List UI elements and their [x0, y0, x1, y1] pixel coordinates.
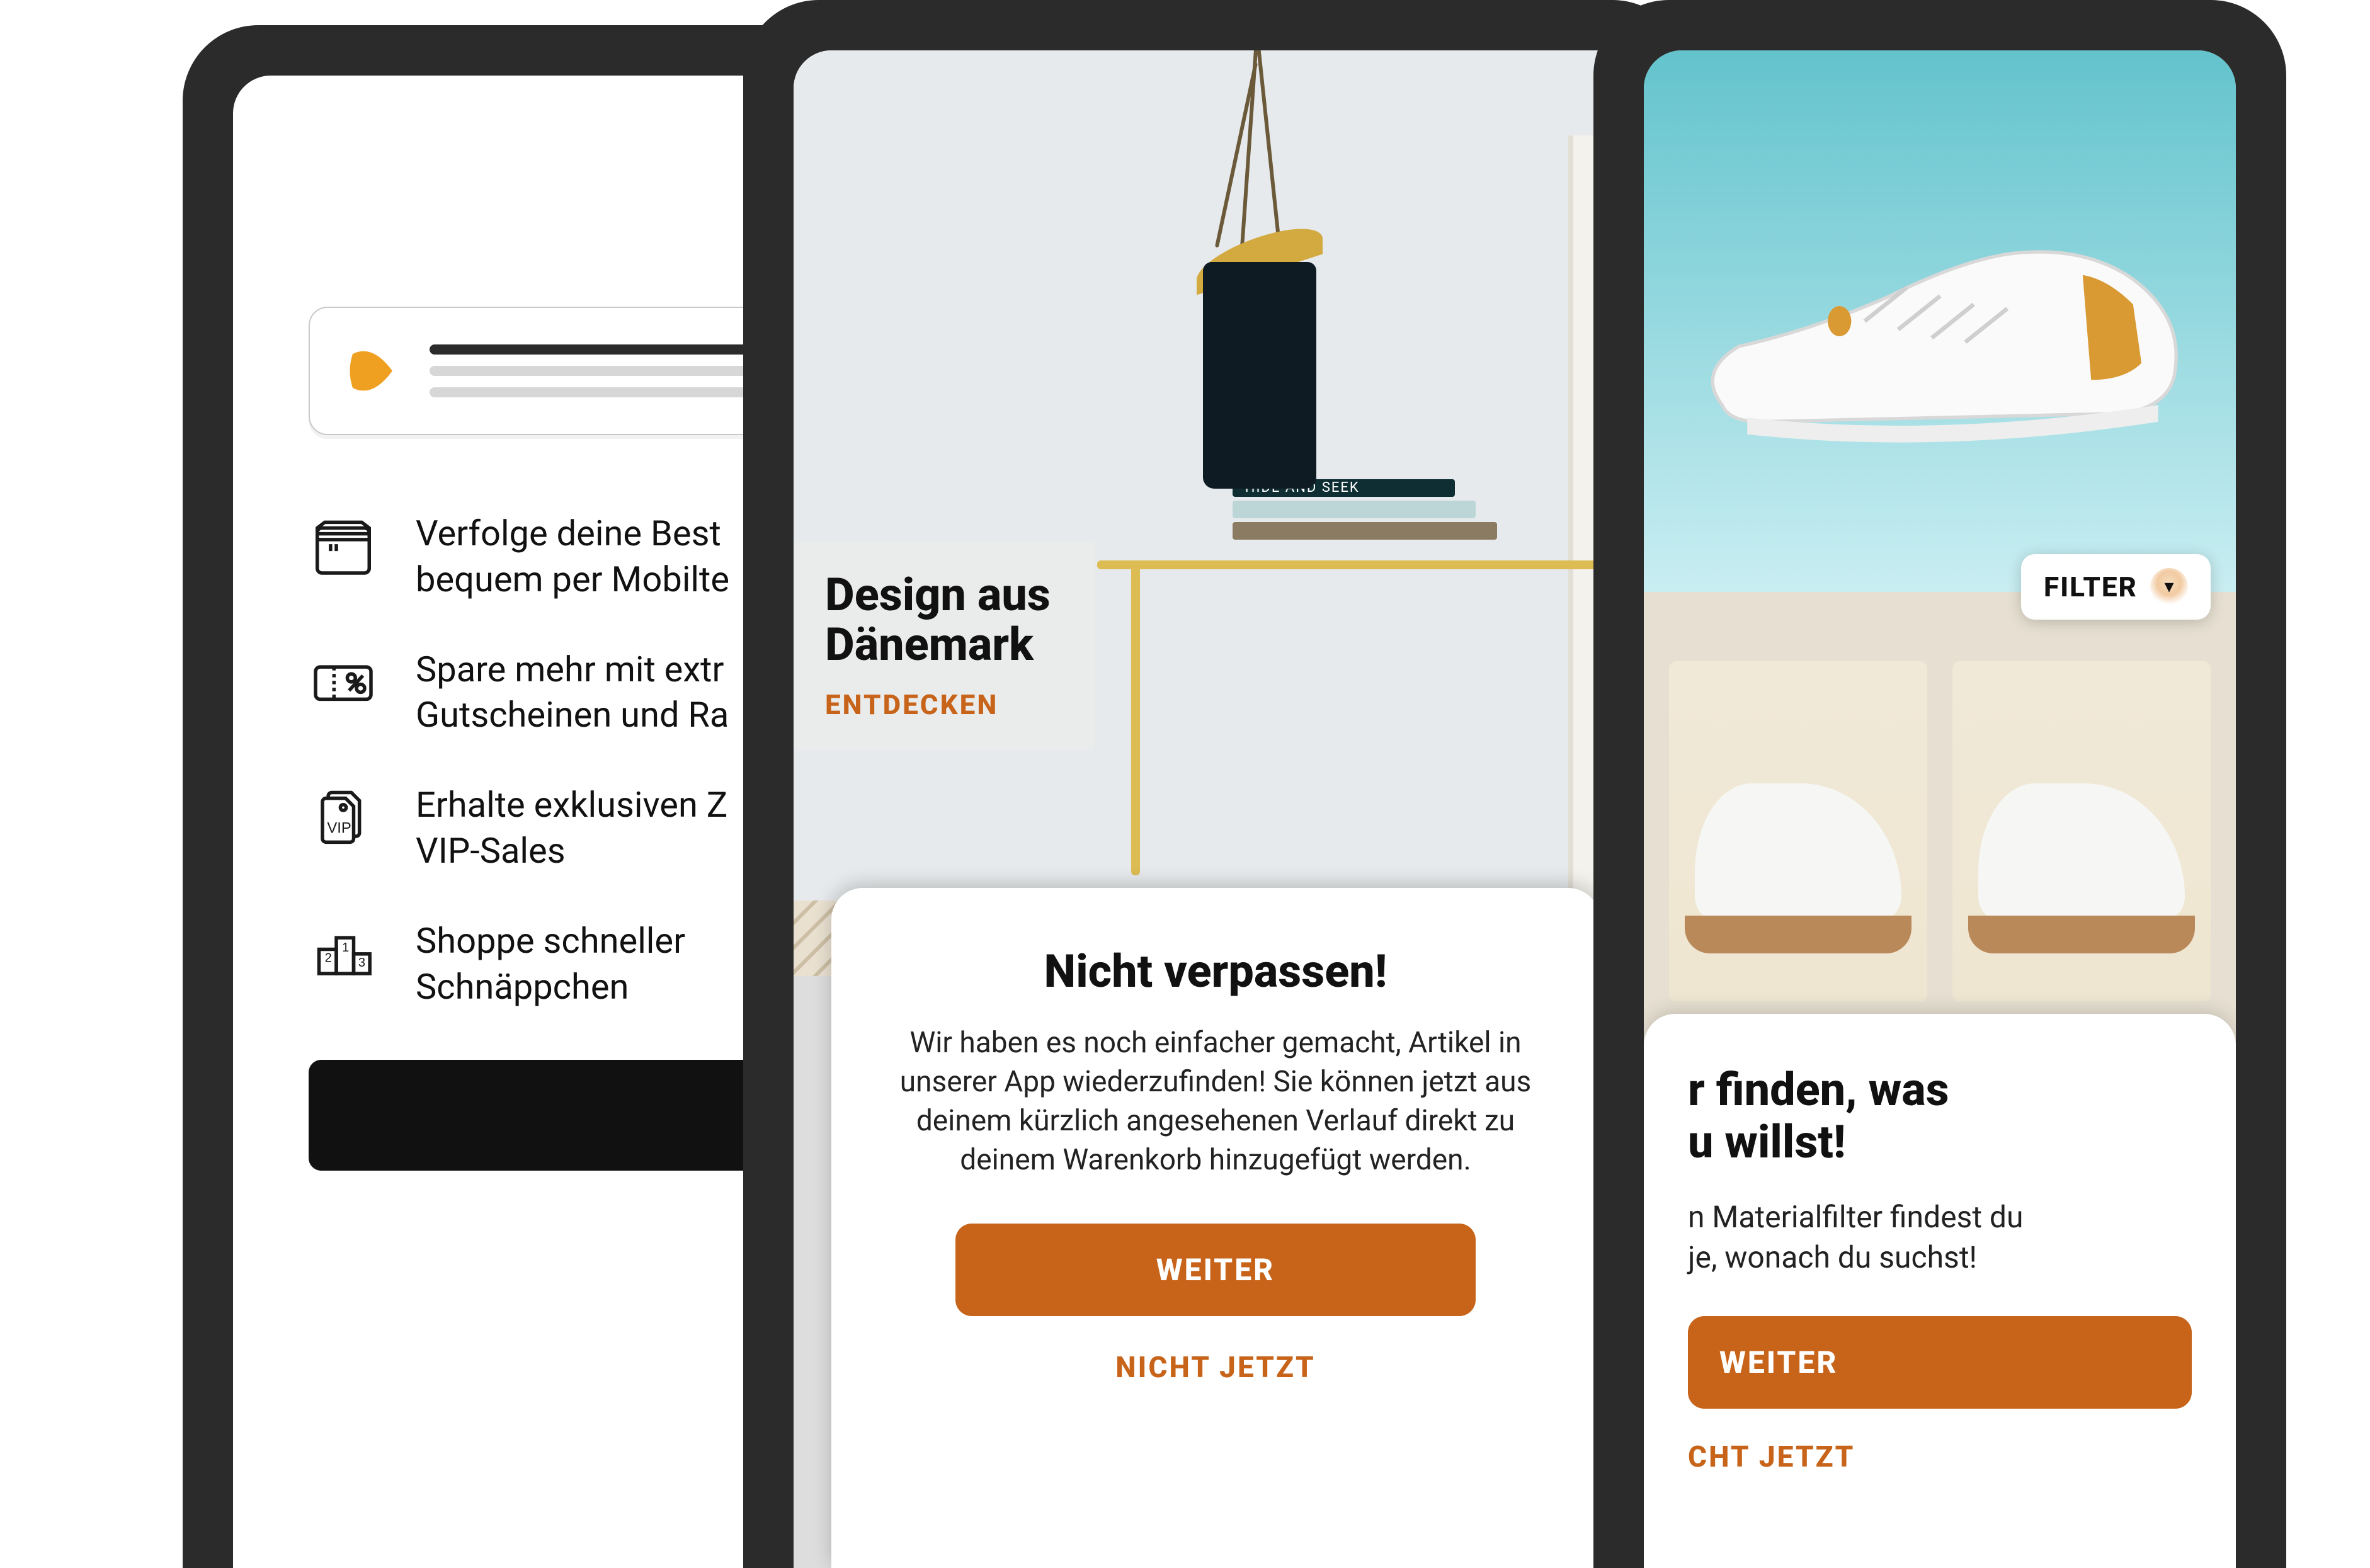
feature-text-faster-shop: Shoppe schneller Schnäppchen [416, 918, 685, 1010]
product-hero-image [1644, 50, 2236, 592]
feature-announcement-modal: Nicht verpassen! Wir haben es noch einfa… [831, 888, 1600, 1568]
svg-text:2: 2 [325, 951, 332, 965]
filter-tip-continue-button[interactable]: WEITER [1688, 1316, 2192, 1409]
filter-tip-body: n Materialfilter findest du je, wonach d… [1688, 1197, 2192, 1279]
filter-tip-modal: r finden, was u willst! n Materialfilter… [1644, 1014, 2236, 1568]
hero-overlay-card[interactable]: Design aus Dänemark ENTDECKEN [794, 542, 1095, 749]
coupon-icon [309, 647, 378, 716]
svg-text:VIP: VIP [327, 820, 351, 837]
modal-body: Wir haben es noch einfacher gemacht, Art… [882, 1023, 1549, 1179]
product-card[interactable] [1952, 661, 2211, 1001]
modal-title: Nicht verpassen! [882, 945, 1549, 998]
filter-button[interactable]: FILTER ▾ [2021, 554, 2211, 620]
hero-title: Design aus Dänemark [825, 570, 1051, 669]
vip-tag-icon: VIP [309, 782, 378, 851]
modal-not-now-button[interactable]: NICHT JETZT [882, 1351, 1549, 1385]
filter-tip-not-now-button[interactable]: CHT JETZT [1688, 1440, 2192, 1474]
hero-banner[interactable]: HIDE AND SEEK Design aus Dänemark ENTDEC… [794, 50, 1638, 900]
package-icon [309, 511, 378, 580]
feature-text-coupons: Spare mehr mit extr Gutscheinen und Ra [416, 647, 729, 739]
device-frame-right: FILTER ▾ r finden, was u willst! [1593, 0, 2286, 1568]
screen-catalog-with-filter-tip: FILTER ▾ r finden, was u willst! [1644, 50, 2236, 1568]
screen-home-with-modal: HIDE AND SEEK Design aus Dänemark ENTDEC… [794, 50, 1638, 1568]
svg-text:3: 3 [358, 956, 365, 970]
svg-text:1: 1 [342, 941, 349, 955]
filter-label: FILTER [2044, 571, 2138, 603]
podium-icon: 1 2 3 [309, 918, 378, 987]
modal-continue-button[interactable]: WEITER [955, 1224, 1476, 1316]
product-card[interactable] [1669, 661, 1927, 1001]
feature-text-tracking: Verfolge deine Best bequem per Mobilte [416, 511, 729, 603]
hero-image: HIDE AND SEEK [794, 50, 1638, 900]
filter-tip-title: r finden, was u willst! [1688, 1064, 2192, 1169]
filter-highlight-glow: ▾ [2150, 568, 2188, 606]
chevron-down-icon: ▾ [2164, 577, 2173, 596]
product-grid [1644, 592, 2236, 1001]
device-frame-middle: HIDE AND SEEK Design aus Dänemark ENTDEC… [743, 0, 1688, 1568]
hero-discover-button[interactable]: ENTDECKEN [825, 688, 1051, 721]
feature-text-vip: Erhalte exklusiven Z VIP-Sales [416, 782, 727, 874]
brand-logo-icon [341, 343, 398, 399]
sneaker-image [1689, 132, 2192, 511]
